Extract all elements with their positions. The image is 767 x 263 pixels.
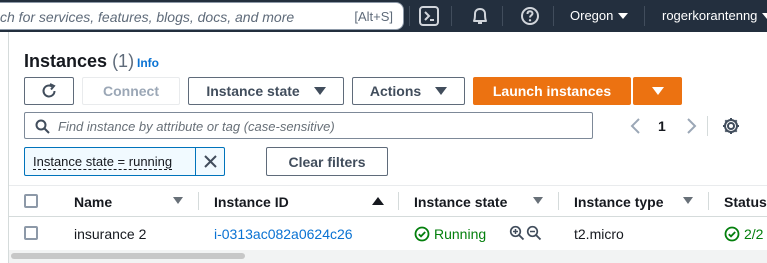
caret-down-icon — [618, 13, 629, 19]
region-selector[interactable]: Oregon — [570, 8, 629, 23]
select-all-checkbox[interactable] — [24, 194, 38, 208]
next-page-icon[interactable] — [684, 116, 698, 136]
pager-divider — [707, 116, 708, 136]
column-header-instance-state[interactable]: Instance state — [414, 194, 507, 210]
column-header-instance-type[interactable]: Instance type — [574, 194, 663, 210]
filter-token: Instance state = running — [24, 147, 225, 176]
sort-icon[interactable] — [683, 197, 693, 204]
column-header-status[interactable]: Status — [724, 194, 767, 210]
launch-instances-button[interactable]: Launch instances — [473, 77, 631, 105]
launch-options-dropdown[interactable] — [633, 77, 682, 105]
zoom-in-icon[interactable] — [509, 225, 525, 241]
header-divider — [9, 216, 767, 217]
instance-state-dropdown[interactable]: Instance state — [188, 77, 344, 105]
success-check-icon — [724, 226, 740, 242]
column-divider[interactable] — [708, 192, 709, 210]
token-divider — [195, 148, 196, 175]
info-link[interactable]: Info — [137, 56, 159, 70]
column-divider[interactable] — [558, 192, 559, 210]
clear-filters-button[interactable]: Clear filters — [266, 147, 388, 176]
refresh-icon — [42, 83, 56, 98]
instance-filter-input[interactable]: Find instance by attribute or tag (case-… — [24, 112, 593, 139]
row-checkbox[interactable] — [24, 226, 38, 240]
remove-filter-icon[interactable] — [203, 154, 218, 169]
filter-placeholder: Find instance by attribute or tag (case-… — [58, 119, 335, 134]
instance-count: (1) — [112, 51, 135, 71]
table-top-border — [9, 185, 767, 186]
column-divider[interactable] — [398, 192, 399, 210]
caret-down-icon — [313, 87, 326, 95]
content-border — [8, 32, 9, 263]
column-header-name[interactable]: Name — [74, 194, 112, 210]
nav-divider — [553, 6, 554, 26]
instance-id-link[interactable]: i-0313ac082a0624c26 — [214, 226, 353, 242]
success-check-icon — [414, 226, 430, 242]
clear-filters-label: Clear filters — [288, 153, 366, 170]
title-text: Instances — [24, 51, 108, 71]
notifications-bell-icon[interactable] — [469, 5, 491, 27]
status-check-value: 2/2 — [744, 226, 764, 242]
previous-page-icon[interactable] — [629, 116, 643, 136]
connect-button[interactable]: Connect — [82, 77, 180, 105]
nav-divider — [409, 6, 410, 26]
filter-token-label: Instance state = running — [33, 154, 173, 170]
column-divider[interactable] — [198, 192, 199, 210]
connect-label: Connect — [103, 83, 159, 99]
service-search-bar[interactable]: ch for services, features, blogs, docs, … — [0, 2, 404, 30]
search-shortcut-hint: [Alt+S] — [354, 9, 393, 24]
region-label: Oregon — [570, 8, 614, 23]
actions-label: Actions — [369, 83, 422, 99]
search-icon — [35, 119, 50, 134]
gear-icon[interactable] — [721, 116, 741, 136]
nav-divider — [451, 6, 452, 26]
zoom-out-icon[interactable] — [526, 225, 542, 241]
help-icon[interactable] — [519, 5, 541, 27]
instance-name: insurance 2 — [74, 226, 147, 242]
instance-state-label: Instance state — [206, 83, 300, 99]
page-number[interactable]: 1 — [658, 118, 666, 134]
column-header-instance-id[interactable]: Instance ID — [214, 194, 289, 210]
nav-divider — [502, 6, 503, 26]
refresh-button[interactable] — [24, 77, 74, 105]
scrollbar-thumb[interactable] — [11, 253, 245, 259]
account-menu[interactable]: rogerkorantenng — [662, 8, 767, 23]
caret-down-icon — [762, 13, 767, 19]
top-navigation: ch for services, features, blogs, docs, … — [0, 0, 767, 32]
account-name: rogerkorantenng — [662, 8, 758, 23]
sort-ascending-icon[interactable] — [372, 197, 384, 205]
sort-icon[interactable] — [533, 197, 543, 204]
launch-label: Launch instances — [492, 83, 612, 99]
cloudshell-icon[interactable] — [418, 5, 440, 27]
nav-divider — [644, 6, 645, 26]
search-input[interactable]: ch for services, features, blogs, docs, … — [0, 9, 294, 25]
page-title: Instances (1) — [24, 51, 134, 72]
actions-dropdown[interactable]: Actions — [352, 77, 465, 105]
instance-type-value: t2.micro — [574, 226, 624, 242]
caret-down-icon — [435, 87, 448, 95]
sort-icon[interactable] — [173, 197, 183, 204]
caret-down-icon — [651, 87, 664, 95]
instance-state-value: Running — [434, 226, 487, 242]
